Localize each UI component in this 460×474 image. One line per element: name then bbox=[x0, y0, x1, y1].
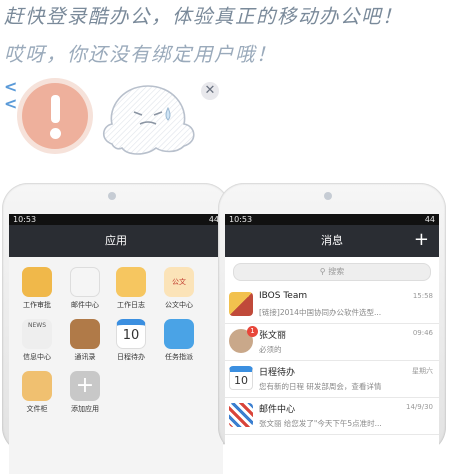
close-icon[interactable]: ✕ bbox=[201, 82, 219, 100]
status-bar: 10:53 44 bbox=[9, 214, 223, 225]
search-input[interactable]: ⚲ 搜索 bbox=[233, 263, 431, 281]
contacts-icon bbox=[70, 319, 100, 349]
app-work-approval[interactable]: 工作审批 bbox=[15, 267, 59, 310]
status-battery: 44 bbox=[424, 215, 435, 224]
app-add[interactable]: + 添加应用 bbox=[63, 371, 107, 414]
app-schedule[interactable]: 10 日程待办 bbox=[109, 319, 153, 362]
app-file-cabinet[interactable]: 文件柜 bbox=[15, 371, 59, 414]
status-bar: 10:53 44 bbox=[225, 214, 439, 225]
warning-icon bbox=[22, 83, 88, 149]
document-icon: 公文 bbox=[164, 267, 194, 297]
calendar-icon: 10 bbox=[229, 366, 253, 390]
mail-icon bbox=[70, 267, 100, 297]
messages-title-bar: 消息 + bbox=[225, 225, 439, 257]
unread-badge: 1 bbox=[247, 326, 258, 337]
app-mail-center[interactable]: 邮件中心 bbox=[63, 267, 107, 310]
group-avatar bbox=[229, 292, 253, 316]
message-item-zhang-wenli[interactable]: 1 张文丽 必须的 09:46 bbox=[225, 324, 439, 361]
back-chevron-icon[interactable]: < bbox=[4, 79, 17, 95]
task-icon bbox=[164, 319, 194, 349]
message-item-ibos-team[interactable]: IBOS Team [链接]2014中国协同办公软件选型... 15:58 bbox=[225, 287, 439, 324]
app-info-center[interactable]: NEWS 信息中心 bbox=[15, 319, 59, 362]
phone-messages: 10:53 44 消息 + ⚲ 搜索 IBOS Team [链接]2014中国协… bbox=[218, 183, 446, 474]
mail-icon bbox=[229, 403, 253, 427]
unbound-notice: 哎呀，你还没有绑定用户哦！ bbox=[4, 43, 278, 66]
promo-headline: 赶快登录酷办公，体验真正的移动办公吧！ bbox=[4, 5, 404, 28]
news-icon: NEWS bbox=[22, 319, 52, 349]
journal-icon bbox=[116, 267, 146, 297]
add-button[interactable]: + bbox=[414, 225, 429, 255]
status-time: 10:53 bbox=[229, 215, 253, 224]
calendar-icon: 10 bbox=[116, 319, 146, 349]
ghost-mascot-icon bbox=[102, 85, 195, 155]
file-cabinet-icon bbox=[22, 371, 52, 401]
back-chevron-icon-2[interactable]: < bbox=[4, 96, 17, 112]
app-contacts[interactable]: 通讯录 bbox=[63, 319, 107, 362]
app-grid: 工作审批 邮件中心 工作日志 公文 公文中心 NEWS 信息中心 通讯录 10 … bbox=[9, 257, 223, 474]
phone-apps: 10:53 44 应用 工作审批 邮件中心 工作日志 公文 公文中心 NEWS … bbox=[2, 183, 230, 474]
page-title: 消息 bbox=[321, 234, 343, 247]
app-work-journal[interactable]: 工作日志 bbox=[109, 267, 153, 310]
page-title: 应用 bbox=[105, 234, 127, 247]
apps-title-bar: 应用 bbox=[9, 225, 223, 257]
message-item-mail-center[interactable]: 邮件中心 张文丽 给您发了"今天下午5点准时... 14/9/30 bbox=[225, 398, 439, 435]
add-app-icon: + bbox=[70, 371, 100, 401]
approval-icon bbox=[22, 267, 52, 297]
search-icon: ⚲ bbox=[319, 267, 329, 276]
status-time: 10:53 bbox=[13, 215, 37, 224]
message-item-schedule[interactable]: 10 日程待办 您有新的日程 研发部周会，查看详情 星期六 bbox=[225, 361, 439, 398]
app-document-center[interactable]: 公文 公文中心 bbox=[157, 267, 201, 310]
app-task-assign[interactable]: 任务指派 bbox=[157, 319, 201, 362]
